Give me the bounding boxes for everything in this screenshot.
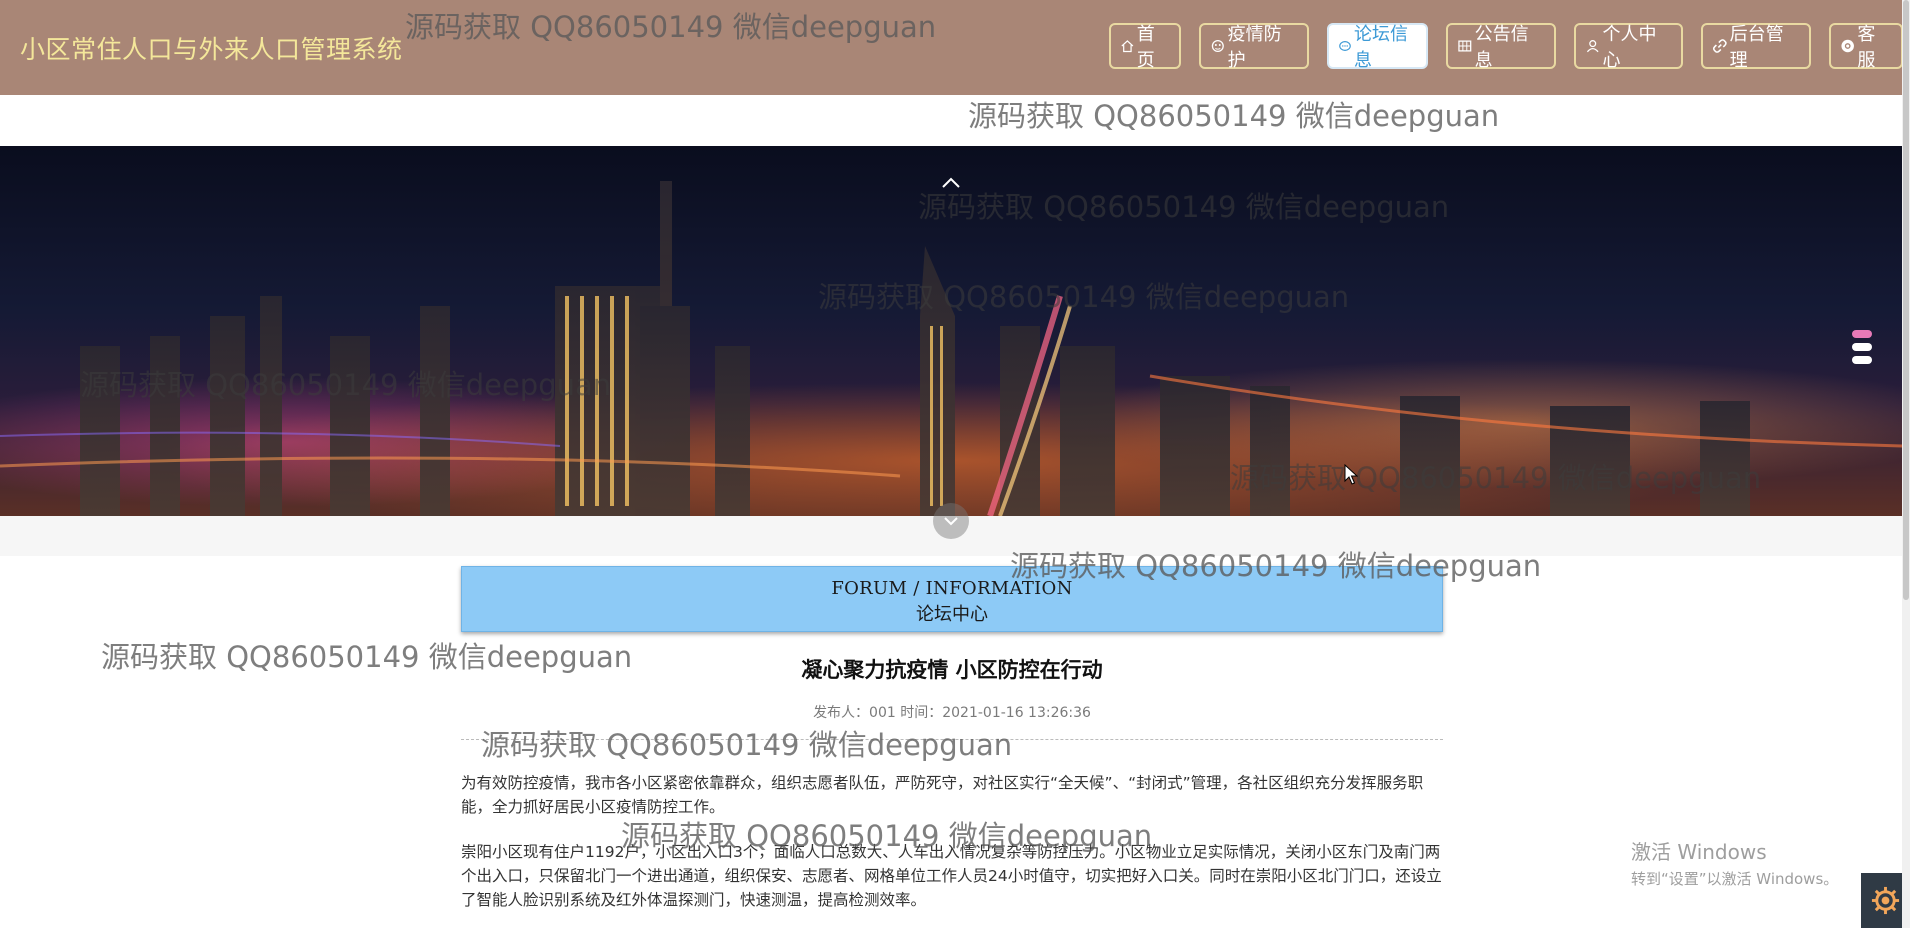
grid-icon [1458,40,1472,52]
mouse-cursor-icon [1344,464,1358,485]
person-icon [1586,40,1599,53]
main-nav: 首页 疫情防护 论坛信息 公告信息 个人中心 后台管理 客服 [1091,23,1903,71]
gear-icon [1871,886,1900,915]
nav-admin-label: 后台管理 [1729,24,1784,71]
nav-forum[interactable]: 论坛信息 [1327,23,1428,71]
top-navbar: 小区常住人口与外来人口管理系统 首页 疫情防护 论坛信息 公告信息 个人中心 后… [0,0,1903,95]
watermark: 源码获取 QQ86050149 微信deepguan [405,10,937,44]
slide-dot-2[interactable] [1852,343,1872,351]
chevron-down-icon [944,517,958,526]
activation-title: 激活 Windows [1631,840,1767,864]
page: 小区常住人口与外来人口管理系统 首页 疫情防护 论坛信息 公告信息 个人中心 后… [0,0,1910,928]
nav-forum-label: 论坛信息 [1354,24,1408,71]
slide-dot-3[interactable] [1852,356,1872,364]
slide-indicators [1852,330,1874,369]
chat-icon [1339,41,1351,51]
watermark: 源码获取 QQ86050149 微信deepguan [80,368,612,402]
activation-hint: 转到“设置”以激活 Windows。 [1631,870,1839,888]
nav-home[interactable]: 首页 [1109,23,1181,71]
nav-notice-label: 公告信息 [1474,24,1529,71]
windows-activation-notice: 激活 Windows 转到“设置”以激活 Windows。 [1631,836,1838,889]
nav-epidemic[interactable]: 疫情防护 [1199,23,1309,71]
nav-service[interactable]: 客服 [1829,23,1903,71]
nav-admin[interactable]: 后台管理 [1701,23,1811,71]
carousel-next-button[interactable] [933,503,969,539]
virus-icon [1211,39,1224,53]
article-meta: 发布人：001 时间：2021-01-16 13:26:36 [813,705,1091,721]
nav-service-label: 客服 [1857,24,1876,71]
slide-dot-1[interactable] [1852,330,1872,338]
nav-home-label: 首页 [1136,24,1155,71]
watermark: 源码获取 QQ86050149 微信deepguan [918,190,1450,224]
support-icon [1841,39,1854,53]
link-icon [1712,39,1727,53]
nav-profile-label: 个人中心 [1602,24,1657,71]
scrollbar-thumb[interactable] [1903,0,1909,600]
nav-notice[interactable]: 公告信息 [1446,23,1556,71]
watermark: 源码获取 QQ86050149 微信deepguan [1010,549,1542,583]
watermark: 源码获取 QQ86050149 微信deepguan [818,280,1350,314]
watermark: 源码获取 QQ86050149 微信deepguan [621,819,1153,853]
nav-profile[interactable]: 个人中心 [1574,23,1683,71]
nav-epidemic-label: 疫情防护 [1227,24,1282,71]
watermark: 源码获取 QQ86050149 微信deepguan [968,99,1500,133]
article-paragraph: 为有效防控疫情，我市各小区紧密依靠群众，组织志愿者队伍，严防死守，对社区实行“全… [461,774,1424,816]
watermark: 源码获取 QQ86050149 微信deepguan [1230,461,1762,495]
watermark: 源码获取 QQ86050149 微信deepguan [101,640,633,674]
section-title-cn: 论坛中心 [916,604,988,625]
home-icon [1121,40,1134,53]
site-brand[interactable]: 小区常住人口与外来人口管理系统 [20,30,403,66]
watermark: 源码获取 QQ86050149 微信deepguan [481,728,1013,762]
